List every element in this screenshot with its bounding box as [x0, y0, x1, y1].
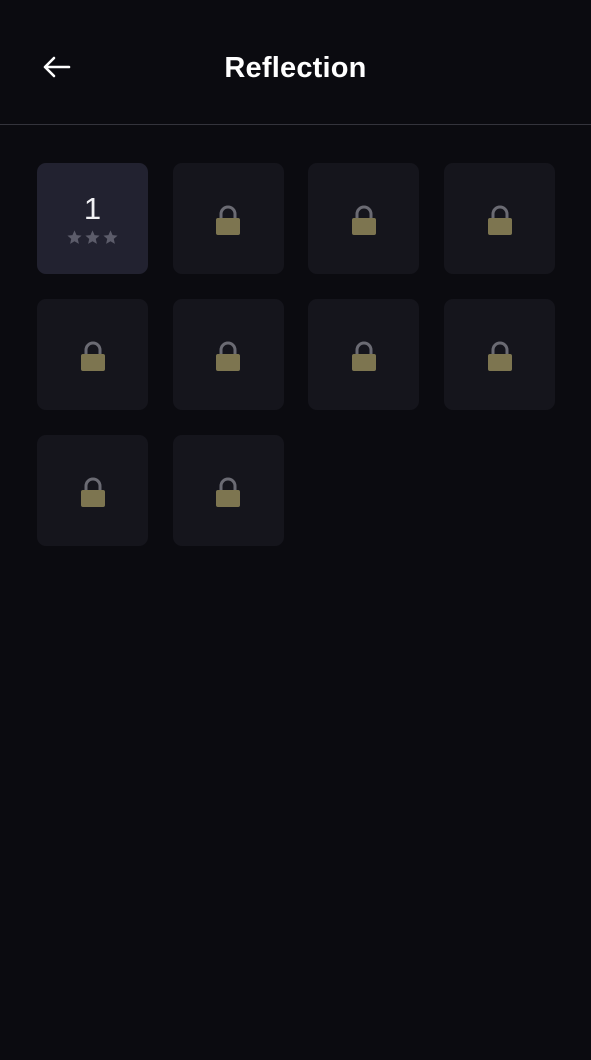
page-title: Reflection	[224, 52, 367, 84]
level-tile-locked	[172, 299, 284, 410]
level-number: 1	[83, 191, 102, 226]
level-tile-locked	[444, 163, 556, 274]
level-tile-locked	[444, 299, 556, 410]
level-tile-locked	[172, 163, 284, 274]
lock-icon	[216, 205, 241, 235]
lock-icon	[487, 205, 512, 235]
star-icon	[85, 230, 100, 244]
lock-icon	[351, 341, 376, 371]
lock-icon	[80, 477, 105, 507]
level-tile-locked	[172, 435, 284, 546]
lock-icon	[487, 341, 512, 371]
star-icon	[67, 230, 82, 244]
level-tile-locked	[37, 435, 148, 546]
level-tile-locked	[308, 299, 420, 410]
level-grid: 1	[37, 163, 556, 546]
level-tile-1[interactable]: 1	[37, 163, 148, 274]
lock-icon	[216, 477, 241, 507]
level-tile-locked	[308, 163, 420, 274]
level-tile-locked	[37, 299, 148, 410]
lock-icon	[216, 341, 241, 371]
lock-icon	[80, 341, 105, 371]
header-bar: Reflection	[0, 0, 591, 125]
star-rating	[66, 229, 119, 246]
star-icon	[103, 230, 118, 244]
lock-icon	[351, 205, 376, 235]
